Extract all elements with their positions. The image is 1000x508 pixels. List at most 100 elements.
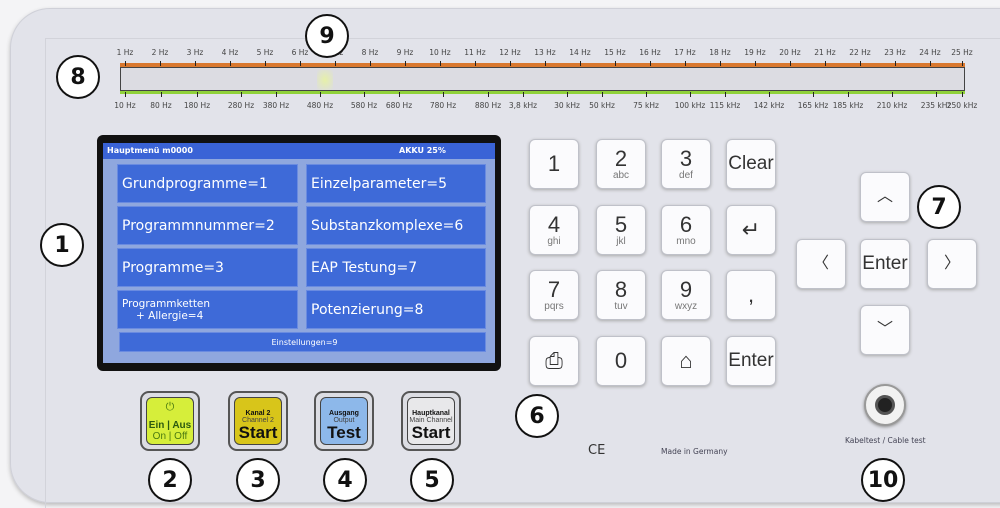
scale-bottom-tick xyxy=(892,92,893,97)
menu-programmnummer[interactable]: Programmnummer=2 xyxy=(117,206,298,245)
channel2-start-button[interactable]: Kanal 2 Channel 2 Start xyxy=(228,391,288,451)
key-4[interactable]: 4 ghi xyxy=(529,205,579,255)
scale-top-tick xyxy=(370,61,371,66)
callout-2: 2 xyxy=(148,458,192,502)
scale-bottom-tick xyxy=(443,92,444,97)
menu-grundprogramme[interactable]: Grundprogramme=1 xyxy=(117,164,298,203)
scale-bottom-label: 680 Hz xyxy=(385,101,413,110)
scale-bottom-label: 250 kHz xyxy=(946,101,978,110)
power-button[interactable]: ⏻ Ein | Aus On | Off xyxy=(140,391,200,451)
lcd-title: Hauptmenü m0000 xyxy=(107,146,193,155)
arrow-down-button[interactable]: ﹀ xyxy=(860,305,910,355)
chevron-up-icon: ︿ xyxy=(876,188,893,205)
scale-top-tick xyxy=(580,61,581,66)
key-sublabel: def xyxy=(679,169,693,181)
scale-bottom-tick xyxy=(399,92,400,97)
scale-bottom-tick xyxy=(769,92,770,97)
home-icon: ⌂ xyxy=(679,348,693,373)
output-test-button[interactable]: Ausgang Output Test xyxy=(314,391,374,451)
key-clear[interactable]: Clear xyxy=(726,139,776,189)
menu-substanzkomplexe[interactable]: Substanzkomplexe=6 xyxy=(306,206,486,245)
key-label: 0 xyxy=(614,348,628,373)
key-9[interactable]: 9 wxyz xyxy=(661,270,711,320)
key-sublabel: mno xyxy=(676,235,696,247)
button-label: Ein | Aus xyxy=(148,420,192,431)
chevron-right-icon: 〉 xyxy=(943,255,960,272)
key-7[interactable]: 7 pqrs xyxy=(529,270,579,320)
scale-bottom-label: 10 Hz xyxy=(114,101,136,110)
chevron-left-icon: 〈 xyxy=(812,255,829,272)
key-5[interactable]: 5 jkl xyxy=(596,205,646,255)
scale-top-label: 17 Hz xyxy=(674,48,696,57)
scale-top-tick xyxy=(300,61,301,66)
arrow-left-button[interactable]: 〈 xyxy=(796,239,846,289)
key-2[interactable]: 2 abc xyxy=(596,139,646,189)
callout-3: 3 xyxy=(236,458,280,502)
scale-bottom-tick xyxy=(646,92,647,97)
scale-bottom-tick xyxy=(602,92,603,97)
menu-einstellungen[interactable]: Einstellungen=9 xyxy=(119,332,486,352)
menu-label: Substanzkomplexe=6 xyxy=(311,217,464,234)
scale-top-label: 24 Hz xyxy=(919,48,941,57)
key-label: 9 xyxy=(679,276,693,302)
scale-bottom-label: 280 Hz xyxy=(227,101,255,110)
nav-enter-button[interactable]: Enter xyxy=(860,239,910,289)
key-3[interactable]: 3 def xyxy=(661,139,711,189)
scale-top-label: 20 Hz xyxy=(779,48,801,57)
key-8[interactable]: 8 tuv xyxy=(596,270,646,320)
button-label: Hauptkanal xyxy=(412,410,450,417)
scale-bottom-tick xyxy=(567,92,568,97)
menu-label: Einzelparameter=5 xyxy=(311,175,448,192)
key-print[interactable]: ⎙ xyxy=(529,336,579,386)
key-0[interactable]: 0 xyxy=(596,336,646,386)
arrow-up-button[interactable]: ︿ xyxy=(860,172,910,222)
button-action: Start xyxy=(411,423,451,442)
arrow-right-button[interactable]: 〉 xyxy=(927,239,977,289)
key-6[interactable]: 6 mno xyxy=(661,205,711,255)
scale-bottom-tick xyxy=(690,92,691,97)
enter-label: Enter xyxy=(862,253,908,274)
menu-einzelparameter[interactable]: Einzelparameter=5 xyxy=(306,164,486,203)
scale-bottom-tick xyxy=(962,92,963,97)
main-channel-start-button[interactable]: Hauptkanal Main Channel Start xyxy=(401,391,461,451)
scale-bottom-line xyxy=(120,91,965,94)
scale-top-label: 11 Hz xyxy=(464,48,486,57)
scale-top-label: 22 Hz xyxy=(849,48,871,57)
key-home[interactable]: ⌂ xyxy=(661,336,711,386)
scale-bottom-label: 100 kHz xyxy=(674,101,706,110)
key-label: 8 xyxy=(614,276,628,302)
key-comma[interactable]: , xyxy=(726,270,776,320)
scale-top-tick xyxy=(195,61,196,66)
power-icon: ⏻ xyxy=(165,401,175,413)
menu-programmketten[interactable]: Programmketten + Allergie=4 xyxy=(117,290,298,329)
scale-top-tick xyxy=(405,61,406,66)
key-1[interactable]: 1 xyxy=(529,139,579,189)
callout-5: 5 xyxy=(410,458,454,502)
menu-programme[interactable]: Programme=3 xyxy=(117,248,298,287)
scale-top-label: 19 Hz xyxy=(744,48,766,57)
cable-test-jack[interactable] xyxy=(864,384,906,426)
key-sublabel: wxyz xyxy=(674,300,698,312)
scale-top-tick xyxy=(545,61,546,66)
menu-potenzierung[interactable]: Potenzierung=8 xyxy=(306,290,486,329)
callout-4: 4 xyxy=(323,458,367,502)
key-back[interactable]: ↵ xyxy=(726,205,776,255)
key-enter[interactable]: Enter xyxy=(726,336,776,386)
menu-label: + Allergie=4 xyxy=(136,309,204,322)
scale-top-label: 15 Hz xyxy=(604,48,626,57)
scale-bottom-label: 210 kHz xyxy=(876,101,908,110)
scale-top-tick xyxy=(230,61,231,66)
scale-bottom-label: 115 kHz xyxy=(709,101,741,110)
menu-label: Programmnummer=2 xyxy=(122,217,275,234)
scale-bottom-tick xyxy=(725,92,726,97)
scale-top-label: 5 Hz xyxy=(256,48,274,57)
scale-top-label: 8 Hz xyxy=(361,48,379,57)
callout-6: 6 xyxy=(515,394,559,438)
key-label: 1 xyxy=(547,151,561,176)
key-label: Enter xyxy=(728,350,774,371)
menu-eap-testung[interactable]: EAP Testung=7 xyxy=(306,248,486,287)
scale-top-tick xyxy=(895,61,896,66)
callout-9: 9 xyxy=(305,14,349,58)
scale-bottom-label: 50 kHz xyxy=(589,101,615,110)
lcd-header: Hauptmenü m0000 AKKU 25% xyxy=(103,143,495,159)
